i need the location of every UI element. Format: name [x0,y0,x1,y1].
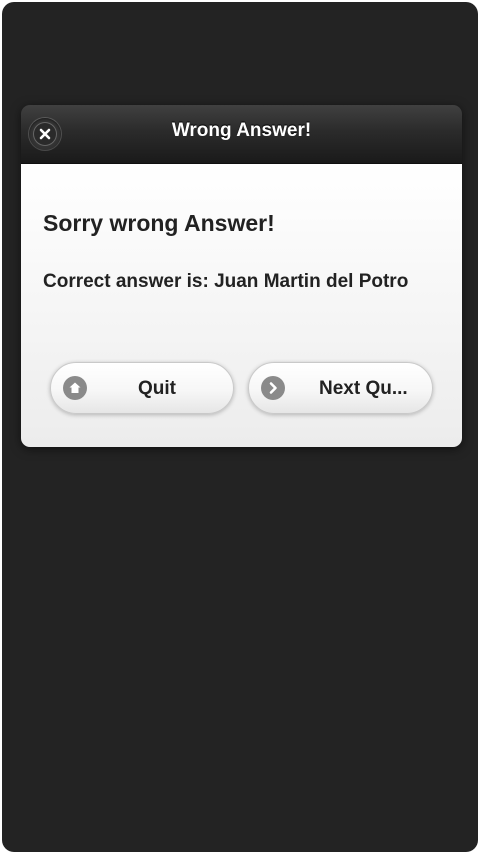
home-icon-bg [63,376,87,400]
arrow-right-icon [269,382,277,394]
result-heading: Sorry wrong Answer! [43,210,275,236]
arrow-right-icon-bg [261,376,285,400]
next-button-label: Next Qu... [319,378,408,399]
correct-answer-text: Correct answer is: Juan Martin del Potro [43,271,409,292]
next-question-button[interactable]: Next Qu... [248,362,433,414]
quit-button[interactable]: Quit [50,362,234,414]
app-screen: Wrong Answer! Sorry wrong Answer! Correc… [2,2,478,852]
wrong-answer-dialog: Wrong Answer! Sorry wrong Answer! Correc… [21,105,462,447]
home-icon [69,382,81,393]
dialog-header: Wrong Answer! [21,105,462,164]
dialog-title: Wrong Answer! [171,120,312,141]
dialog-body: Sorry wrong Answer! Correct answer is: J… [21,164,462,447]
quit-button-label: Quit [138,378,176,399]
